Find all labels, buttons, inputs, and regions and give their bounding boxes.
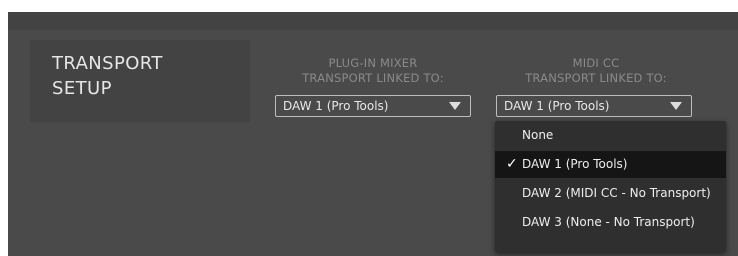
midi-cc-label-line2: TRANSPORT LINKED TO:	[525, 71, 667, 85]
menu-item-daw2[interactable]: DAW 2 (MIDI CC - No Transport)	[495, 180, 726, 207]
dropdown-arrow-icon	[670, 102, 682, 110]
panel-top-bar	[8, 12, 738, 30]
menu-item-label: DAW 1 (Pro Tools)	[522, 157, 628, 171]
menu-item-label: None	[522, 128, 554, 142]
dropdown-arrow-icon	[449, 102, 461, 110]
midi-cc-label-line1: MIDI CC	[572, 56, 620, 70]
transport-setup-panel: TRANSPORT SETUP PLUG-IN MIXER TRANSPORT …	[8, 12, 738, 256]
menu-item-label: DAW 2 (MIDI CC - No Transport)	[522, 186, 711, 200]
section-header: TRANSPORT SETUP	[30, 40, 250, 122]
plugin-mixer-label-line1: PLUG-IN MIXER	[328, 56, 418, 70]
midi-cc-selected-value: DAW 1 (Pro Tools)	[504, 99, 610, 113]
midi-cc-transport-select[interactable]: DAW 1 (Pro Tools)	[496, 95, 692, 117]
plugin-mixer-label-line2: TRANSPORT LINKED TO:	[302, 71, 444, 85]
menu-item-label: DAW 3 (None - No Transport)	[522, 215, 695, 229]
plugin-mixer-transport-select[interactable]: DAW 1 (Pro Tools)	[275, 95, 471, 117]
plugin-mixer-selected-value: DAW 1 (Pro Tools)	[283, 99, 389, 113]
menu-item-daw1[interactable]: ✓ DAW 1 (Pro Tools)	[495, 151, 726, 178]
section-title: TRANSPORT SETUP	[52, 51, 163, 101]
menu-item-daw3[interactable]: DAW 3 (None - No Transport)	[495, 209, 726, 236]
section-title-line1: TRANSPORT	[52, 53, 163, 74]
midi-cc-dropdown-menu: None ✓ DAW 1 (Pro Tools) DAW 2 (MIDI CC …	[495, 121, 726, 252]
section-title-line2: SETUP	[52, 78, 112, 99]
checkmark-icon: ✓	[506, 156, 518, 172]
midi-cc-label: MIDI CC TRANSPORT LINKED TO:	[496, 56, 696, 86]
menu-item-none[interactable]: None	[495, 122, 726, 149]
plugin-mixer-label: PLUG-IN MIXER TRANSPORT LINKED TO:	[273, 56, 473, 86]
